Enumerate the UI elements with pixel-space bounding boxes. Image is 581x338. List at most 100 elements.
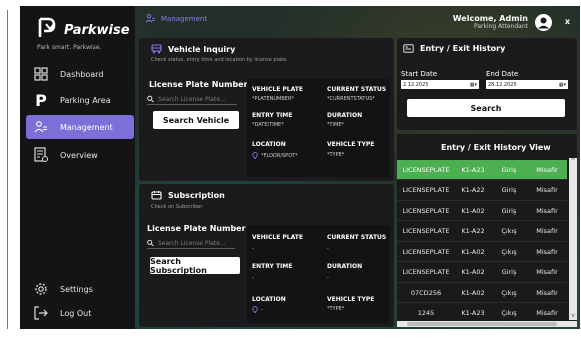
location-value: - — [261, 306, 263, 313]
subscription-header: Subscription — [151, 190, 225, 200]
table-cell-plate: 1245 — [417, 309, 435, 317]
table-cell-spot: K1-A02 — [461, 268, 485, 276]
table-cell-dir: Çıkış — [501, 227, 517, 235]
table-row[interactable]: LICENSEPLATE K1-A02 Giriş Misafir — [397, 263, 567, 283]
history-header: Entry / Exit History — [403, 44, 505, 53]
sidebar-item-label: Parking Area — [60, 95, 111, 105]
welcome-text: Welcome, Admin — [452, 14, 528, 23]
subscription-panel: Subscription Check on Subscriber License… — [139, 184, 394, 327]
table-row[interactable]: LICENSEPLATE K1-A02 Giriş Misafir — [397, 201, 567, 221]
info-value: - — [252, 275, 254, 281]
end-date-input[interactable]: 28.12.2025 ▦▾ — [486, 80, 568, 89]
sidebar-item-parking-area[interactable]: P Parking Area — [26, 88, 134, 112]
table-cell-dir: Çıkış — [501, 309, 517, 317]
sidebar: Parkwise Park smart. Parkwise. Dashboard… — [20, 6, 135, 329]
history-rows: LICENSEPLATE K1-A23 Giriş Misafir LICENSEPLA… — [397, 160, 569, 324]
info-value: *CURRENTSTATUS* — [327, 96, 375, 102]
parkwise-logo-icon — [38, 17, 56, 37]
history-search-button[interactable]: Search — [407, 99, 565, 117]
subscription-card-icon — [151, 191, 162, 200]
info-value-location: - — [252, 306, 263, 313]
users-icon — [145, 14, 155, 23]
users-icon — [32, 118, 50, 136]
table-cell-type: Misafir — [536, 165, 558, 174]
breadcrumb: Management — [145, 14, 207, 23]
scroll-thumb[interactable] — [407, 322, 557, 326]
table-cell-plate: LICENSEPLATE — [402, 206, 450, 215]
table-row[interactable]: 07CD256 K1-A02 Çıkış Misafir — [397, 283, 567, 303]
vertical-scrollbar[interactable]: ^ v — [569, 158, 577, 320]
calendar-dropdown-icon[interactable]: ▦▾ — [559, 82, 566, 88]
subscription-search-input[interactable] — [157, 239, 235, 247]
search-subscription-button[interactable]: Search Subscription — [150, 257, 240, 275]
app-tagline: Park smart. Parkwise. — [37, 44, 102, 51]
location-pin-icon — [252, 306, 258, 313]
sidebar-item-dashboard[interactable]: Dashboard — [26, 62, 134, 86]
sidebar-item-management[interactable]: Management — [26, 115, 134, 139]
sidebar-item-settings[interactable]: Settings — [26, 277, 134, 301]
table-cell-spot: K1-A22 — [461, 227, 485, 235]
table-cell-type: Misafir — [536, 247, 558, 256]
calendar-dropdown-icon[interactable]: ▦▾ — [470, 82, 477, 88]
table-cell-dir: Giriş — [501, 268, 517, 276]
breadcrumb-label: Management — [161, 14, 208, 23]
location-pin-icon — [252, 152, 258, 159]
info-header: DURATION — [327, 263, 363, 270]
avatar[interactable] — [535, 14, 552, 31]
table-cell-plate: LICENSEPLATE — [402, 227, 450, 235]
table-row[interactable]: LICENSEPLATE K1-A22 Çıkış Misafir — [397, 222, 567, 242]
close-button[interactable]: x — [565, 17, 570, 26]
scroll-down-icon[interactable]: v — [569, 312, 577, 320]
sidebar-item-logout[interactable]: Log Out — [26, 301, 134, 325]
table-row[interactable]: LICENSEPLATE K1-A02 Çıkış Misafir — [397, 242, 567, 262]
table-cell-type: Misafir — [536, 227, 558, 235]
search-icon — [147, 95, 154, 103]
table-row[interactable]: LICENSEPLATE K1-A23 Giriş Misafir — [397, 160, 567, 180]
end-date-label: End Date — [486, 70, 519, 78]
table-cell-type: Misafir — [536, 268, 558, 276]
table-cell-dir: Giriş — [501, 165, 517, 174]
table-cell-plate: LICENSEPLATE — [402, 247, 450, 256]
info-header: VEHICLE PLATE — [252, 86, 303, 93]
scroll-up-icon[interactable]: ^ — [569, 158, 577, 166]
horizontal-scrollbar[interactable] — [397, 321, 577, 327]
history-table: Entry / Exit History View LICENSEPLATE K1… — [397, 134, 577, 327]
info-header: CURRENT STATUS — [327, 234, 387, 241]
subscription-info-box: VEHICLE PLATE - CURRENT STATUS - ENTRY T… — [247, 225, 390, 323]
license-plate-label: License Plate Number — [149, 80, 248, 89]
info-header: ENTRY TIME — [252, 112, 293, 119]
overview-report-icon — [32, 146, 50, 164]
vehicle-search-row — [147, 94, 237, 105]
search-vehicle-button[interactable]: Search Vehicle — [153, 111, 239, 129]
dashboard-icon — [32, 65, 50, 83]
panel-title: Entry / Exit History — [420, 44, 506, 53]
table-cell-spot: K1-A02 — [461, 247, 485, 256]
end-date-block: End Date 28.12.2025 ▦▾ — [486, 70, 568, 89]
panel-subtitle: Check status, entry time and location by… — [151, 57, 288, 63]
main-area: Management Welcome, Admin Parking Attend… — [135, 6, 580, 329]
sidebar-item-overview[interactable]: Overview — [26, 143, 134, 167]
user-avatar-icon — [538, 17, 549, 29]
start-date-label: Start Date — [401, 70, 438, 78]
sidebar-item-label: Log Out — [60, 308, 92, 318]
info-value: - — [327, 275, 329, 281]
location-value: *FLOOR/SPOT* — [261, 152, 298, 159]
app-logo: Parkwise Park smart. Parkwise. — [37, 17, 130, 53]
info-value: *DATE/TIME* — [252, 122, 284, 128]
info-header: DURATION — [327, 112, 363, 119]
welcome-block: Welcome, Admin Parking Attendant — [453, 14, 528, 30]
car-icon — [151, 44, 162, 54]
table-cell-spot: K1-A22 — [461, 186, 485, 194]
table-cell-type: Misafir — [536, 206, 558, 215]
info-header: VEHICLE TYPE — [327, 296, 375, 303]
table-row[interactable]: LICENSEPLATE K1-A22 Giriş Misafir — [397, 181, 567, 201]
table-cell-dir: Çıkış — [501, 288, 517, 297]
start-date-input[interactable]: 2.12.2025 ▦▾ — [401, 80, 479, 89]
search-icon — [147, 239, 154, 247]
vehicle-search-input[interactable] — [158, 95, 237, 103]
sidebar-item-label: Settings — [60, 284, 93, 294]
table-cell-plate: LICENSEPLATE — [402, 165, 450, 174]
start-date-block: Start Date 2.12.2025 ▦▾ — [401, 70, 479, 89]
table-cell-dir: Çıkış — [501, 247, 517, 256]
info-header: VEHICLE PLATE — [252, 234, 303, 241]
